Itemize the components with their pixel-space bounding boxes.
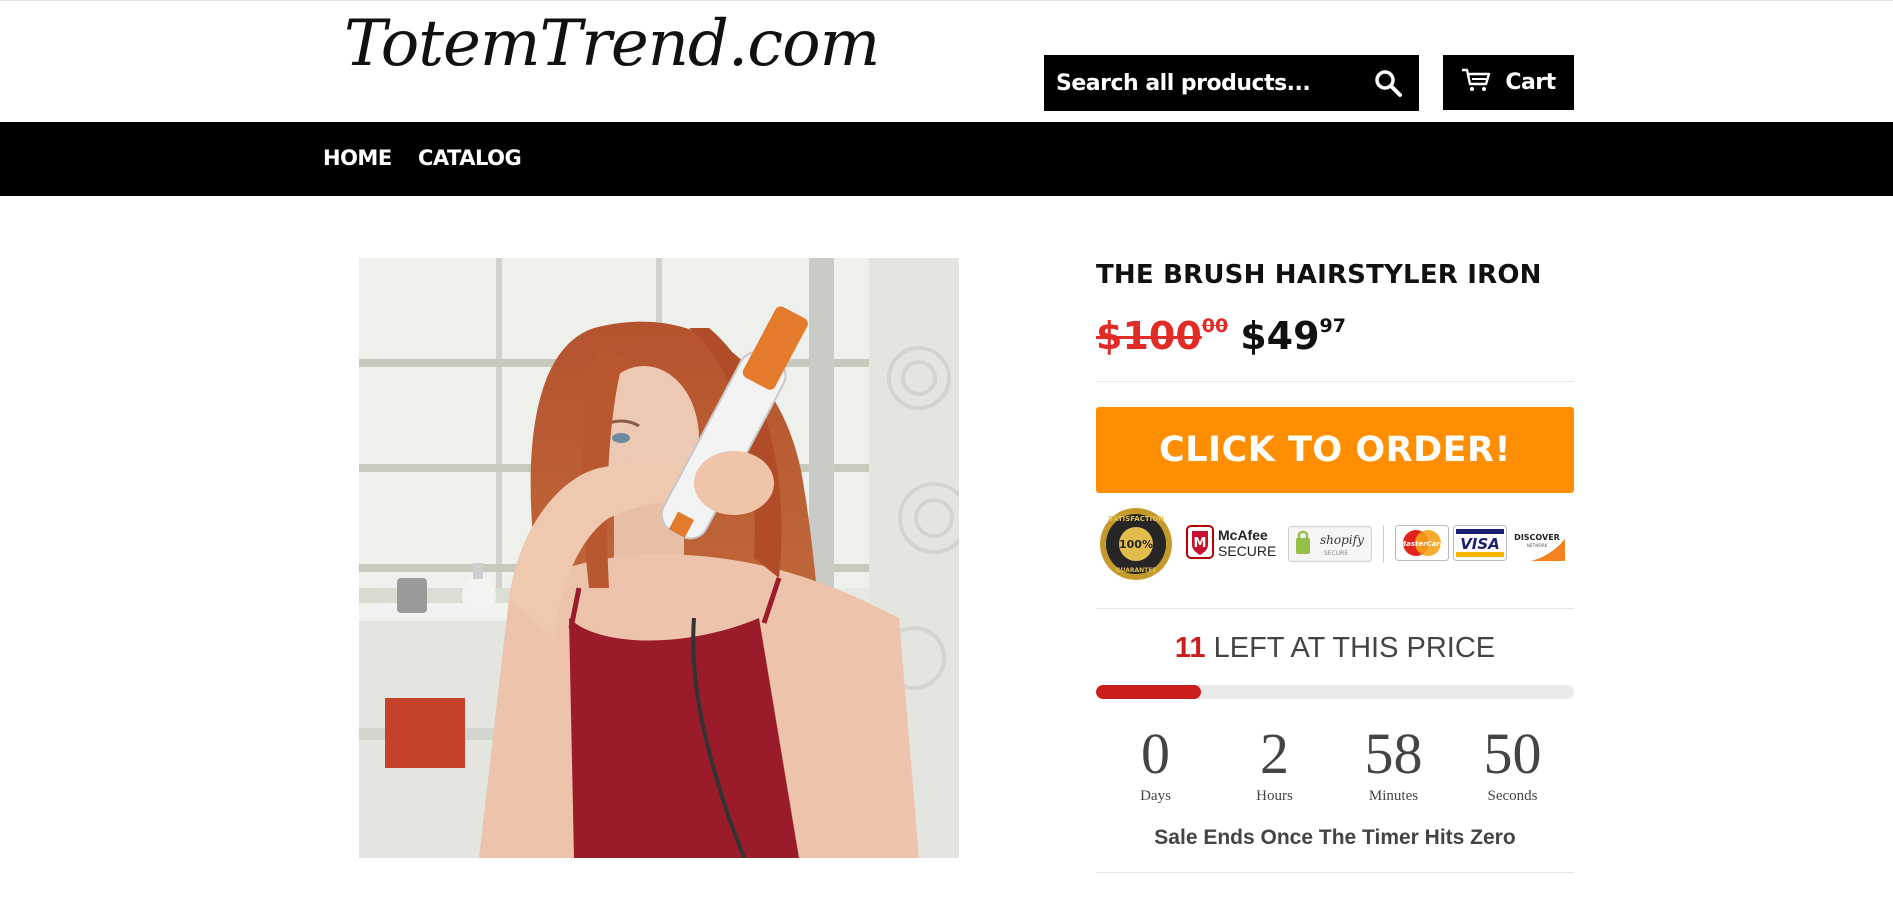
mastercard-icon: MasterCard [1395,525,1449,561]
svg-text:M: M [1194,536,1207,551]
order-button[interactable]: CLICK TO ORDER! [1096,407,1574,493]
old-price-cents: 00 [1201,315,1229,337]
countdown-hours-value: 2 [1260,721,1289,786]
trust-badges: SATISFACTION 100% GUARANTEE M McAfee SEC… [1098,506,1576,580]
sale-price-cents: 97 [1319,315,1346,337]
nav-item-home[interactable]: HOME [323,146,392,170]
countdown-days-value: 0 [1141,721,1170,786]
satisfaction-seal-icon: SATISFACTION 100% GUARANTEE [1100,508,1172,580]
countdown-seconds-label: Seconds [1487,788,1538,804]
top-border [0,0,1893,1]
shopify-brand: shopify [1320,533,1364,547]
product-image[interactable] [359,258,959,858]
countdown-seconds-value: 50 [1483,721,1542,786]
discover-icon: DISCOVER NETWORK [1511,525,1565,561]
search-bar[interactable] [1044,55,1419,111]
stock-count: 11 [1174,632,1206,664]
divider [1096,872,1574,873]
countdown-days: 0 Days [1096,722,1215,806]
countdown-seconds: 50 Seconds [1453,722,1572,806]
site-logo[interactable]: TotemTrend.com [344,12,880,76]
main-nav: HOME CATALOG [0,122,1893,196]
satisfaction-ring-label: SATISFACTION [1108,515,1164,523]
shopify-secure-icon: shopify SECURE [1288,526,1372,562]
search-icon[interactable] [1373,68,1403,98]
stock-progress-fill [1096,685,1202,699]
sale-price: $49 [1240,314,1320,358]
divider [1096,608,1574,609]
countdown-minutes-label: Minutes [1368,788,1419,804]
countdown-hours: 2 Hours [1215,722,1334,806]
stock-progress-bar [1096,685,1574,699]
badge-divider [1383,526,1384,562]
cart-icon [1461,68,1491,97]
discover-label: DISCOVER [1514,533,1560,542]
countdown-minutes: 58 Minutes [1334,722,1453,806]
discover-sub-label: NETWORK [1527,543,1548,548]
price-row: $100 00 $49 97 [1096,312,1346,360]
mastercard-label: MasterCard [1399,540,1446,548]
cart-button[interactable]: Cart [1443,55,1574,110]
mcafee-secure: SECURE [1218,543,1276,559]
satisfaction-percent: 100% [1119,538,1153,551]
old-price: $100 [1096,314,1202,358]
nav-item-catalog[interactable]: CATALOG [418,146,522,170]
stock-label: LEFT AT THIS PRICE [1205,632,1496,664]
mcafee-secure-icon: M McAfee SECURE [1186,525,1276,559]
search-input[interactable] [1044,55,1354,111]
satisfaction-guarantee-label: GUARANTEE [1116,567,1157,574]
cart-label: Cart [1505,70,1556,95]
countdown-hours-label: Hours [1256,788,1293,804]
countdown-days-label: Days [1140,788,1171,804]
stock-status: 11 LEFT AT THIS PRICE [1096,632,1574,665]
countdown-minutes-value: 58 [1364,721,1423,786]
product-title: THE BRUSH HAIRSTYLER IRON [1096,260,1542,290]
divider [1096,381,1574,382]
sale-ends-note: Sale Ends Once The Timer Hits Zero [1154,826,1516,849]
visa-icon: VISA [1453,525,1507,561]
visa-label: VISA [1460,535,1500,553]
shopify-secure: SECURE [1324,550,1348,557]
mcafee-brand: McAfee [1218,527,1268,543]
